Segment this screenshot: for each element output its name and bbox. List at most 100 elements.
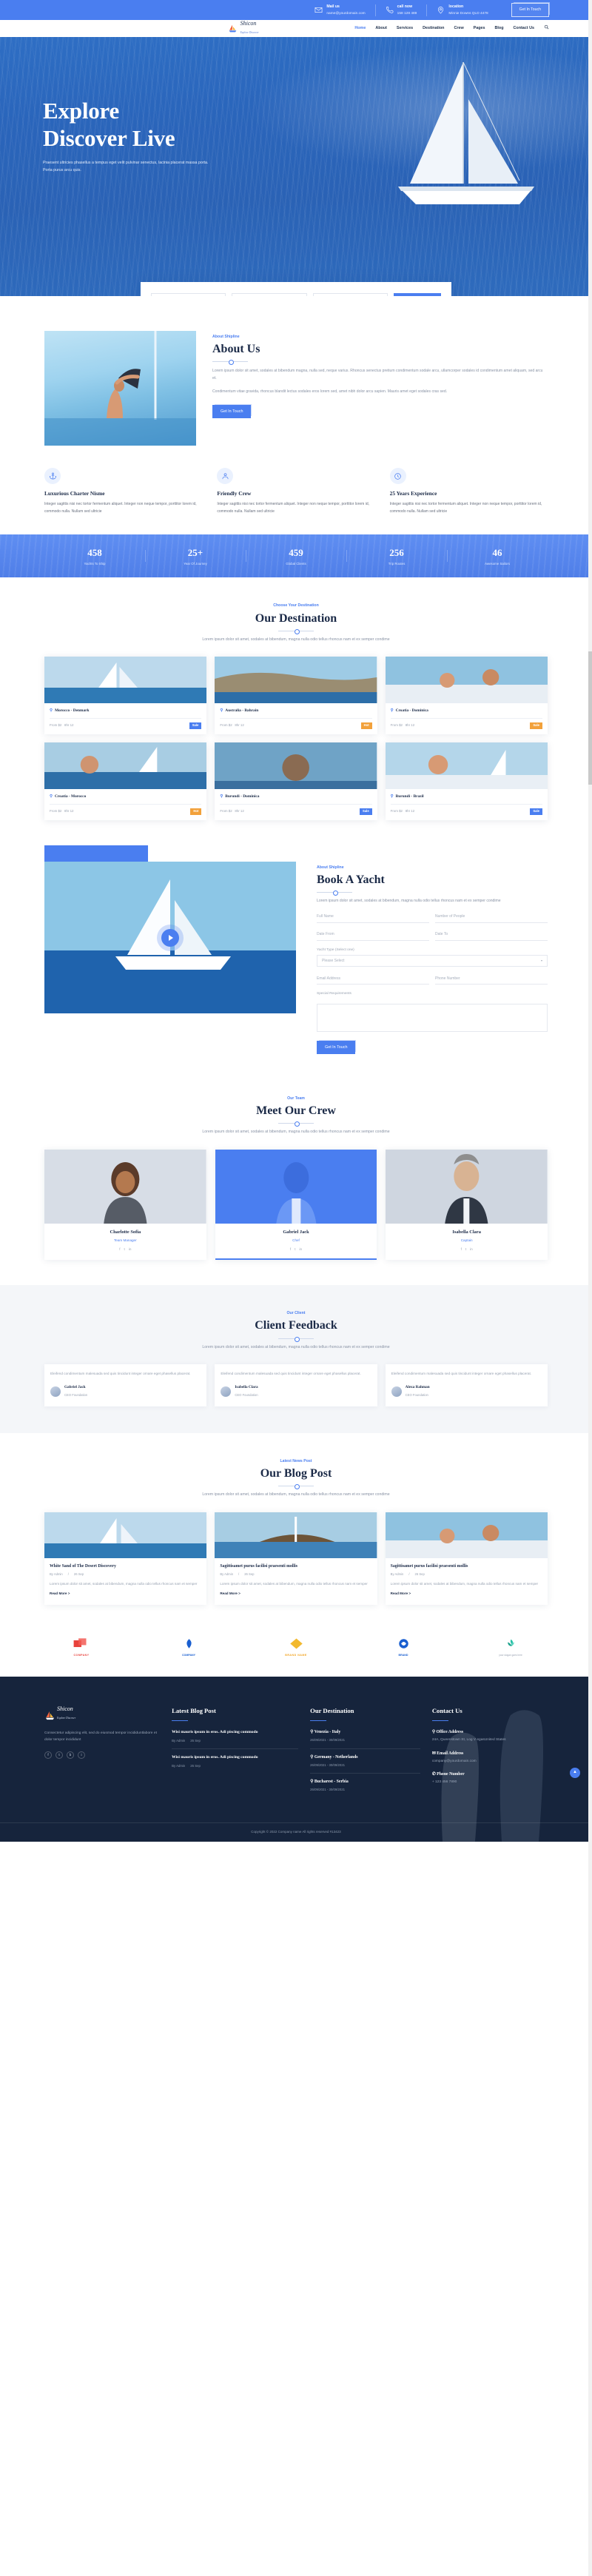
date-from-input[interactable]: Date From: [317, 930, 429, 942]
footer-destination[interactable]: ⚲ Germany - Netherlands 26/09/2021 - 30/…: [310, 1754, 420, 1774]
pin-icon: ⚲: [220, 794, 223, 799]
behance-icon[interactable]: b: [67, 1751, 74, 1760]
brand-logo-item: your slogan goes here: [474, 1637, 548, 1657]
footer-destination-col: Our Destination ⚲ Venezia - Italy 26/09/…: [310, 1706, 420, 1803]
crew-card[interactable]: Charlotte Sofia Team Manager f t in: [44, 1150, 206, 1261]
feature-item: Luxurious Charter Nisme Integer sagittis…: [44, 468, 202, 515]
destination-tag: Sale: [530, 808, 542, 816]
nav-item-home[interactable]: Home: [354, 25, 366, 31]
facebook-icon[interactable]: f: [461, 1247, 462, 1252]
linkedin-icon[interactable]: in: [299, 1247, 302, 1252]
about-cta-button[interactable]: Get In Touch: [212, 405, 252, 419]
section-divider: [278, 1121, 314, 1127]
destination-card[interactable]: ⚲ Australia - Bahrain From $2 8hr 12 Hot: [215, 657, 377, 735]
crew-socials[interactable]: f t in: [220, 1247, 373, 1252]
nav-item-about[interactable]: About: [375, 25, 387, 31]
crew-role: Captain: [460, 1238, 473, 1243]
instagram-icon[interactable]: i: [78, 1751, 85, 1760]
special-req-textarea[interactable]: [317, 1003, 548, 1032]
feature-title: Luxurious Charter Nisme: [44, 490, 105, 497]
footer-post[interactable]: Wisi mauris ipsum in eros. Adi piscing c…: [172, 1729, 299, 1750]
linkedin-icon[interactable]: in: [129, 1247, 132, 1252]
destination-tag: Sale: [530, 722, 542, 730]
flower-logo: [507, 1639, 514, 1646]
hero-title-line1: Explore: [43, 98, 120, 124]
back-to-top-button[interactable]: ▲: [570, 1768, 580, 1779]
blog-lead: Lorem ipsum dolor sit amet, sodales at b…: [202, 1492, 390, 1497]
footer-destination[interactable]: ⚲ Venezia - Italy 26/09/2021 - 30/09/202…: [310, 1729, 420, 1749]
search-button[interactable]: Search: [393, 293, 441, 296]
destination-card[interactable]: ⚲ Burundi - Brazil From $2 8hr 12 Sale: [385, 742, 548, 821]
about-title: About Us: [212, 343, 260, 356]
nav-item-services[interactable]: Services: [397, 25, 413, 31]
twitter-icon[interactable]: t: [124, 1247, 125, 1252]
destination-grid: ⚲ Morocco - Denmark From $2 8hr 12 Sale ⚲ A…: [44, 657, 548, 821]
search-destination-select[interactable]: Destination ▾: [232, 293, 307, 296]
stat-item: 25+ Year Of Journey: [145, 546, 246, 566]
page-scrollbar[interactable]: [588, 0, 592, 2576]
book-form: About Shipline Book A Yacht Lorem ipsum …: [317, 845, 548, 1069]
book-submit-button[interactable]: Get In Touch: [317, 1040, 356, 1055]
crew-card[interactable]: Isabella Clara Captain f t in: [386, 1150, 548, 1261]
crew-socials[interactable]: f t in: [390, 1247, 543, 1252]
full-name-input[interactable]: Full Name: [317, 912, 429, 924]
search-keyword-input[interactable]: Keyword: [151, 293, 226, 296]
nav-item-blog[interactable]: Blog: [495, 25, 504, 31]
people-count-input[interactable]: Number of People: [435, 912, 548, 924]
crew-section: Our Team Meet Our Crew Lorem ipsum dolor…: [44, 1069, 548, 1285]
topbar-mail[interactable]: Mail us name@yourdomain.com: [305, 4, 374, 16]
brand-name: Shicon: [240, 19, 257, 27]
contact-value: 24A, Queenstown St, Log V egasUnited Sta…: [431, 1738, 506, 1743]
play-icon[interactable]: [161, 928, 179, 947]
blog-card[interactable]: White Sand of The Desert Discovery By Ad…: [44, 1512, 207, 1605]
email-input[interactable]: Email Address: [317, 973, 429, 985]
date-to-input[interactable]: Date To: [435, 930, 548, 942]
read-more-link[interactable]: Read More >: [391, 1591, 411, 1596]
linkedin-icon[interactable]: in: [470, 1247, 473, 1252]
get-in-touch-button[interactable]: Get In Touch: [511, 3, 549, 17]
topbar-phone[interactable]: call now 158 128 489: [374, 4, 427, 16]
footer-post[interactable]: Wisi mauris ipsum in eros. Adi piscing c…: [172, 1754, 298, 1774]
mail-icon: ✉: [431, 1751, 436, 1756]
stats-bar: 458 Yachts To Ship 25+ Year Of Journey 4…: [0, 534, 592, 578]
destination-title: Our Destination: [255, 611, 337, 625]
blog-card[interactable]: Sagittisamet purus facilisi praesenti mo…: [215, 1512, 377, 1605]
brand-logo[interactable]: Shicon Explore Discover: [228, 19, 259, 37]
search-icon[interactable]: [544, 24, 549, 33]
scrollbar-thumb[interactable]: [588, 651, 592, 785]
search-duration-select[interactable]: Duration ▾: [312, 293, 388, 296]
facebook-icon[interactable]: f: [290, 1247, 291, 1252]
phone-input[interactable]: Phone Number: [435, 973, 548, 985]
nav-item-pages[interactable]: Pages: [474, 25, 485, 31]
anchor-icon: [44, 468, 61, 484]
nav-item-destination[interactable]: Destination: [423, 25, 444, 31]
yacht-type-select[interactable]: Please Select ▾: [317, 955, 548, 967]
footer-post-title: Wisi mauris ipsum in eros. Adi piscing c…: [172, 1730, 258, 1735]
contact-title: Office Address: [436, 1730, 463, 1735]
footer-destination[interactable]: ⚲ Bucharest - Serbia 26/09/2021 - 30/09/…: [310, 1779, 420, 1798]
destination-card[interactable]: ⚲ Burundi - Dominica From $2 8hr 12 Sale: [215, 742, 377, 821]
blog-card[interactable]: Sagittisamet purus facilisi praesenti mo…: [385, 1512, 548, 1605]
destination-card[interactable]: ⚲ Morocco - Denmark From $2 8hr 12 Sale: [44, 657, 207, 735]
read-more-link[interactable]: Read More >: [220, 1591, 240, 1596]
crew-socials[interactable]: f t in: [49, 1247, 202, 1252]
search-card: Keyword Destination ▾ Duration ▾ Search: [141, 282, 451, 296]
people-count-label: Number of People: [435, 914, 465, 919]
destination-card[interactable]: ⚲ Croatia - Morocco From $2 8hr 12 Hot: [44, 742, 207, 821]
destination-card[interactable]: ⚲ Croatia - Dominica From $2 8hr 12 Sale: [385, 657, 548, 735]
blog-excerpt: Lorem ipsum dolor sit amet, sodales at b…: [220, 1581, 368, 1586]
facebook-icon[interactable]: f: [44, 1751, 52, 1760]
brand-name: BRAND: [398, 1653, 408, 1657]
nav-item-crew[interactable]: Crew: [454, 25, 463, 31]
nav-item-contact[interactable]: Contact Us: [514, 25, 534, 31]
footer-dest-name: Bucharest - Serbia: [314, 1780, 349, 1785]
read-more-link[interactable]: Read More >: [50, 1591, 70, 1596]
twitter-icon[interactable]: t: [56, 1751, 63, 1760]
twitter-icon[interactable]: t: [465, 1247, 466, 1252]
destination-section: Choose Your Destination Our Destination …: [44, 577, 548, 845]
topbar-location[interactable]: location Minnie Downs QLD 4478: [426, 4, 497, 16]
crew-card[interactable]: Gabriel Jack Chef f t in: [215, 1150, 377, 1261]
footer-dest-heading: Our Destination: [310, 1707, 354, 1715]
facebook-icon[interactable]: f: [119, 1247, 120, 1252]
stat-item: 46 Awesome Sailors: [447, 546, 548, 566]
